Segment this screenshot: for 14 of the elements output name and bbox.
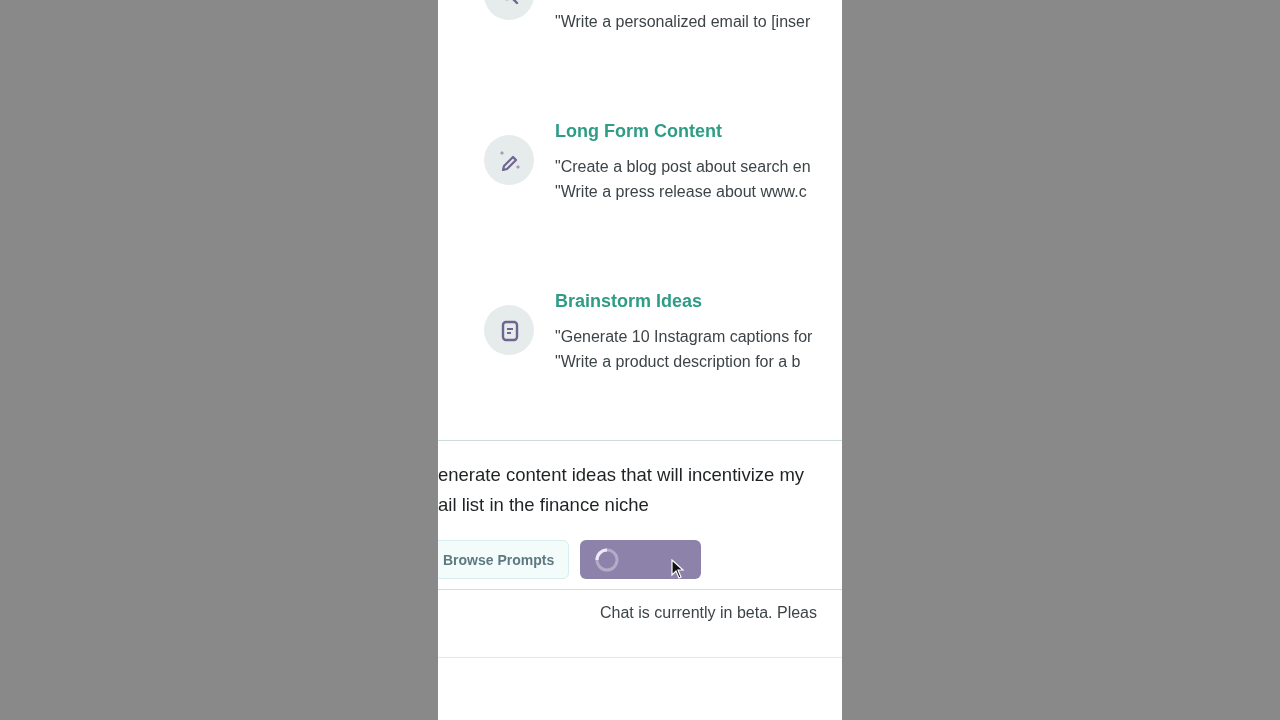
example-prompt[interactable]: "Generate 10 Instagram captions for [555, 324, 842, 349]
submit-button[interactable] [580, 540, 702, 579]
prompt-text: enerate content ideas that will incentivize my [438, 463, 806, 487]
spinner-icon [594, 546, 621, 573]
example-prompt[interactable]: "Write a press release about www.c [555, 179, 842, 204]
example-prompt[interactable]: "Write a product description for a b [555, 349, 842, 374]
example-prompt[interactable]: "Create a blog post about search en [555, 154, 842, 179]
example-prompt[interactable]: "Write a personalized email to [inser [555, 9, 842, 34]
prompt-text: ail list in the finance niche [438, 493, 650, 517]
category-title: Long Form Content [555, 120, 723, 143]
category-title: Brainstorm Ideas [555, 290, 704, 313]
beta-notice: Chat is currently in beta. Pleas [600, 603, 818, 623]
cursor-icon [671, 559, 686, 579]
browse-prompts-button[interactable]: Browse Prompts [438, 540, 570, 579]
